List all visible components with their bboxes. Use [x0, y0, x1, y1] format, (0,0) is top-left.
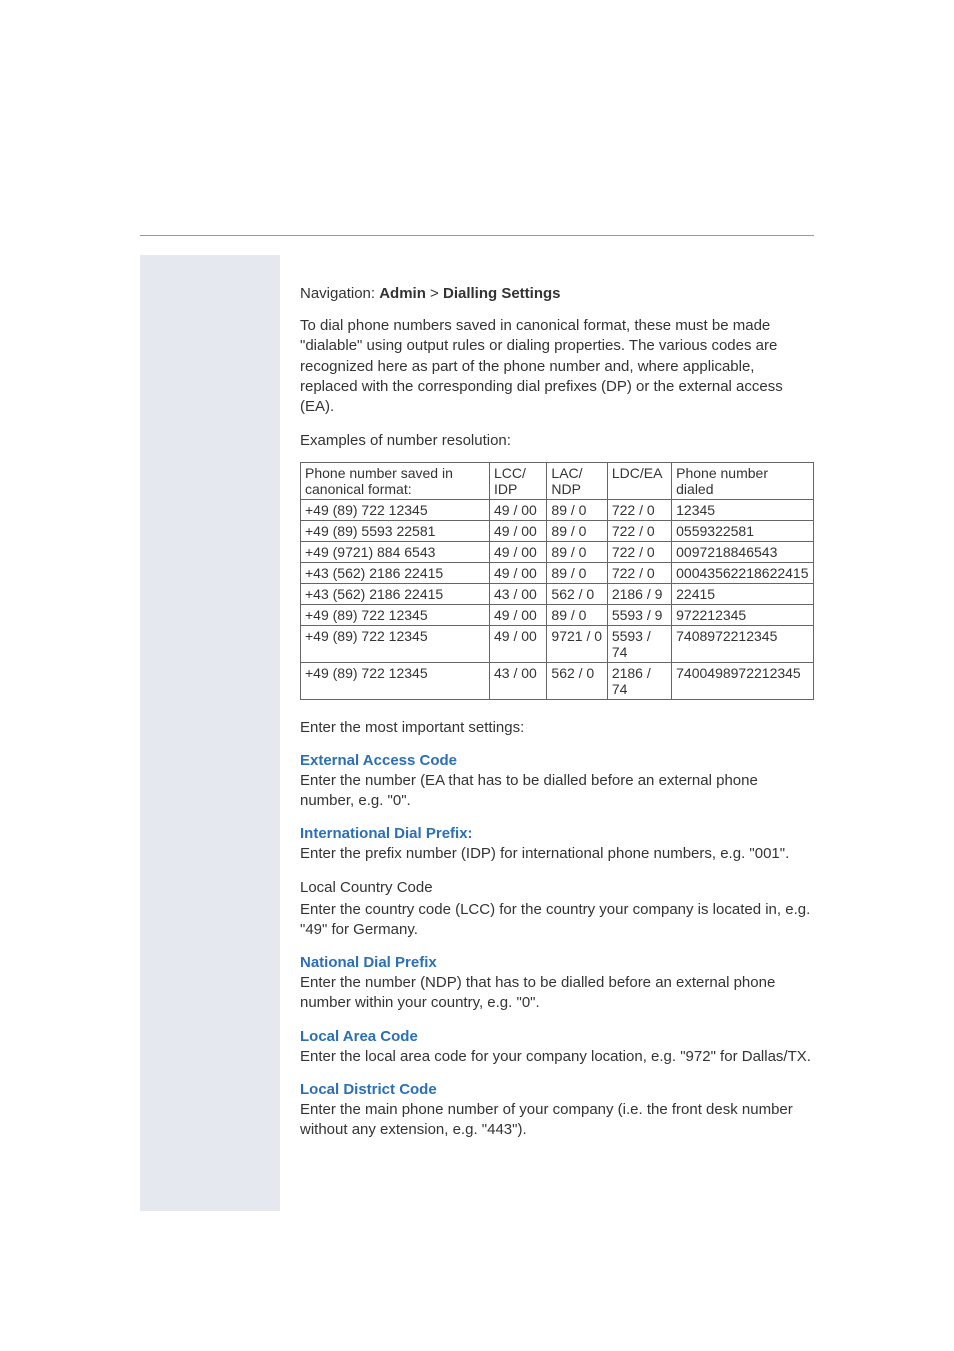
- body-external-access-code: Enter the number (EA that has to be dial…: [300, 771, 814, 812]
- table-cell: 22415: [672, 583, 814, 604]
- table-cell: +49 (89) 722 12345: [301, 662, 490, 699]
- nav-admin: Admin: [379, 285, 426, 302]
- th-dialed: Phone number dialed: [672, 462, 814, 499]
- table-cell: +49 (89) 722 12345: [301, 604, 490, 625]
- table-cell: 2186 / 9: [607, 583, 671, 604]
- table-cell: +49 (89) 722 12345: [301, 625, 490, 662]
- table-cell: 7408972212345: [672, 625, 814, 662]
- table-cell: 0097218846543: [672, 541, 814, 562]
- table-cell: 89 / 0: [547, 562, 607, 583]
- table-cell: 49 / 00: [490, 562, 547, 583]
- main-content: Navigation: Admin > Dialling Settings To…: [300, 285, 814, 1154]
- th-ldc-ea: LDC/EA: [607, 462, 671, 499]
- section-international-dial-prefix: International Dial Prefix: Enter the pre…: [300, 825, 814, 940]
- table-row: +43 (562) 2186 2241543 / 00562 / 02186 /…: [301, 583, 814, 604]
- table-cell: 00043562218622415: [672, 562, 814, 583]
- table-cell: 9721 / 0: [547, 625, 607, 662]
- table-cell: 49 / 00: [490, 499, 547, 520]
- title-external-access-code: External Access Code: [300, 752, 814, 769]
- th-lac-ndp: LAC/ NDP: [547, 462, 607, 499]
- table-cell: 722 / 0: [607, 541, 671, 562]
- table-cell: 722 / 0: [607, 499, 671, 520]
- th-canonical: Phone number saved in canonical format:: [301, 462, 490, 499]
- table-cell: 49 / 00: [490, 625, 547, 662]
- table-row: +49 (89) 722 1234543 / 00562 / 02186 / 7…: [301, 662, 814, 699]
- header-rule: [140, 235, 814, 236]
- table-cell: 89 / 0: [547, 604, 607, 625]
- table-cell: 49 / 00: [490, 520, 547, 541]
- body-national-dial-prefix: Enter the number (NDP) that has to be di…: [300, 973, 814, 1014]
- table-cell: 5593 / 74: [607, 625, 671, 662]
- table-cell: 43 / 00: [490, 662, 547, 699]
- table-row: +49 (89) 722 1234549 / 0089 / 05593 / 99…: [301, 604, 814, 625]
- body-local-country-code: Enter the country code (LCC) for the cou…: [300, 900, 814, 941]
- table-cell: 43 / 00: [490, 583, 547, 604]
- table-cell: 2186 / 74: [607, 662, 671, 699]
- title-local-district-code: Local District Code: [300, 1081, 814, 1098]
- table-cell: +49 (9721) 884 6543: [301, 541, 490, 562]
- section-national-dial-prefix: National Dial Prefix Enter the number (N…: [300, 954, 814, 1014]
- title-national-dial-prefix: National Dial Prefix: [300, 954, 814, 971]
- breadcrumb: Navigation: Admin > Dialling Settings: [300, 285, 814, 302]
- table-row: +49 (9721) 884 654349 / 0089 / 0722 / 00…: [301, 541, 814, 562]
- section-local-district-code: Local District Code Enter the main phone…: [300, 1081, 814, 1141]
- table-cell: 5593 / 9: [607, 604, 671, 625]
- table-cell: 89 / 0: [547, 499, 607, 520]
- table-cell: +43 (562) 2186 22415: [301, 583, 490, 604]
- table-row: +49 (89) 5593 2258149 / 0089 / 0722 / 00…: [301, 520, 814, 541]
- table-row: +49 (89) 722 1234549 / 0089 / 0722 / 012…: [301, 499, 814, 520]
- section-local-area-code: Local Area Code Enter the local area cod…: [300, 1028, 814, 1067]
- table-cell: +43 (562) 2186 22415: [301, 562, 490, 583]
- th-lcc-idp: LCC/ IDP: [490, 462, 547, 499]
- settings-lead: Enter the most important settings:: [300, 718, 814, 738]
- table-cell: 12345: [672, 499, 814, 520]
- table-cell: 722 / 0: [607, 562, 671, 583]
- body-local-area-code: Enter the local area code for your compa…: [300, 1047, 814, 1067]
- table-cell: 89 / 0: [547, 541, 607, 562]
- table-cell: 562 / 0: [547, 662, 607, 699]
- nav-prefix: Navigation:: [300, 285, 379, 302]
- left-sidebar: [140, 255, 280, 1211]
- table-row: +43 (562) 2186 2241549 / 0089 / 0722 / 0…: [301, 562, 814, 583]
- intro-paragraph: To dial phone numbers saved in canonical…: [300, 316, 814, 417]
- examples-lead: Examples of number resolution:: [300, 431, 814, 451]
- nav-page: Dialling Settings: [443, 285, 561, 302]
- title-local-area-code: Local Area Code: [300, 1028, 814, 1045]
- table-cell: 972212345: [672, 604, 814, 625]
- resolution-table: Phone number saved in canonical format: …: [300, 462, 814, 700]
- table-cell: 562 / 0: [547, 583, 607, 604]
- table-cell: 722 / 0: [607, 520, 671, 541]
- table-cell: +49 (89) 722 12345: [301, 499, 490, 520]
- table-cell: +49 (89) 5593 22581: [301, 520, 490, 541]
- table-cell: 49 / 00: [490, 541, 547, 562]
- table-cell: 49 / 00: [490, 604, 547, 625]
- table-cell: 89 / 0: [547, 520, 607, 541]
- table-row: +49 (89) 722 1234549 / 009721 / 05593 / …: [301, 625, 814, 662]
- table-cell: 7400498972212345: [672, 662, 814, 699]
- title-international-dial-prefix: International Dial Prefix:: [300, 825, 814, 842]
- body-international-dial-prefix: Enter the prefix number (IDP) for intern…: [300, 844, 814, 864]
- table-cell: 0559322581: [672, 520, 814, 541]
- table-header-row: Phone number saved in canonical format: …: [301, 462, 814, 499]
- nav-sep: >: [426, 285, 443, 302]
- title-local-country-code: Local Country Code: [300, 879, 814, 896]
- section-external-access-code: External Access Code Enter the number (E…: [300, 752, 814, 812]
- body-local-district-code: Enter the main phone number of your comp…: [300, 1100, 814, 1141]
